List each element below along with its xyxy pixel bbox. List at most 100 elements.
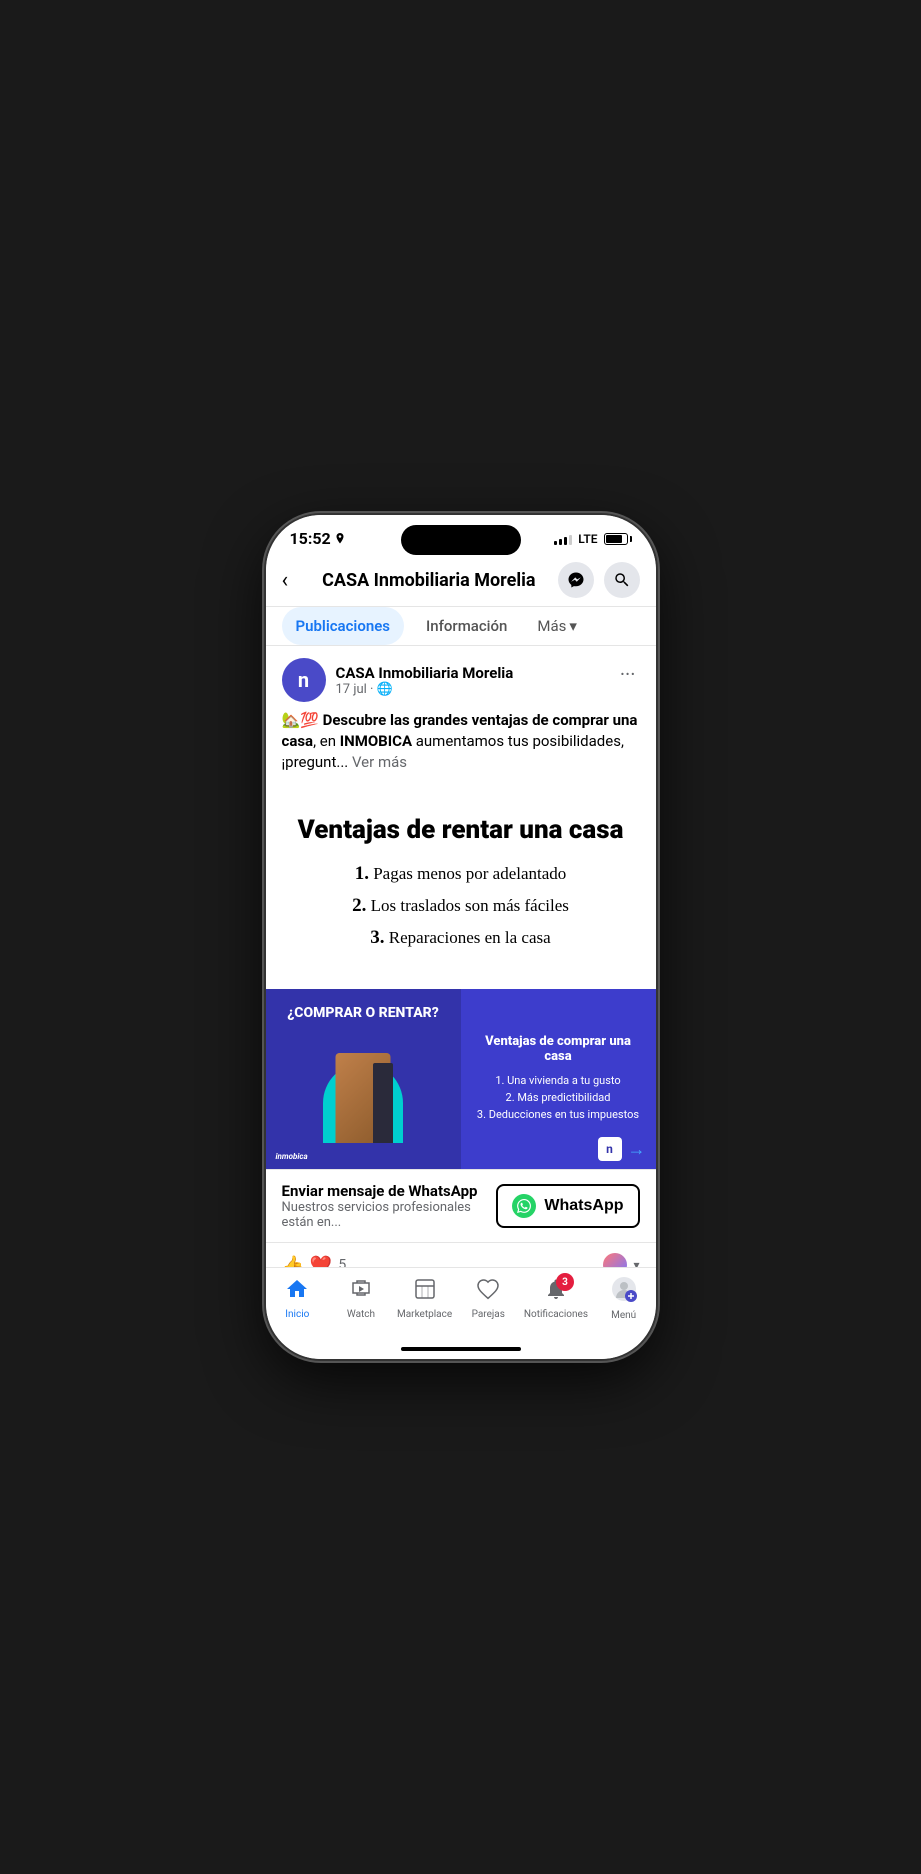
- post-author-info: n CASA Inmobiliaria Morelia 17 jul · 🌐: [282, 658, 514, 702]
- inmobica-logo-left: inmobica: [276, 1152, 308, 1161]
- heart-svg: [476, 1277, 500, 1301]
- messenger-button[interactable]: [558, 562, 594, 598]
- whatsapp-cta: Enviar mensaje de WhatsApp Nuestros serv…: [266, 1169, 656, 1242]
- search-button[interactable]: [604, 562, 640, 598]
- item-num: 2.: [352, 895, 366, 916]
- carousel-right-title: Ventajas de comprar una casa: [477, 1034, 640, 1064]
- item-num: 3.: [370, 927, 384, 948]
- post-meta: 17 jul · 🌐: [336, 682, 514, 697]
- messenger-icon: [567, 571, 585, 589]
- carousel-next-button[interactable]: →: [628, 1139, 646, 1160]
- page-title: CASA Inmobiliaria Morelia: [300, 570, 557, 591]
- reaction-count: 5: [338, 1257, 346, 1267]
- signal-bar-3: [564, 537, 567, 545]
- nav-watch-label: Watch: [347, 1309, 375, 1320]
- chevron-down-icon: ▾: [569, 617, 577, 635]
- more-options-button[interactable]: ···: [616, 658, 640, 690]
- bottom-nav: Inicio Watch: [266, 1267, 656, 1341]
- signal-bar-2: [559, 539, 562, 545]
- signal-bar-1: [554, 541, 557, 545]
- author-name: CASA Inmobiliaria Morelia: [336, 664, 514, 682]
- reactions-row: 👍 ❤️ 5 ▾: [266, 1242, 656, 1267]
- location-icon: [335, 533, 345, 545]
- watch-svg: [349, 1277, 373, 1301]
- list-item: 3. Reparaciones en la casa: [286, 927, 636, 949]
- carousel-left: ¿COMPRAR O RENTAR? inmobica: [266, 989, 461, 1169]
- list-item: 2. Los traslados son más fáciles: [286, 895, 636, 917]
- marketplace-icon: [413, 1277, 437, 1307]
- nav-notif-label: Notificaciones: [524, 1309, 588, 1320]
- post-text: 🏡💯 Descubre las grandes ventajas de comp…: [266, 710, 656, 785]
- tab-publicaciones[interactable]: Publicaciones: [282, 607, 404, 645]
- whatsapp-button-label: WhatsApp: [544, 1197, 623, 1215]
- nav-watch[interactable]: Watch: [333, 1277, 389, 1320]
- see-more-link[interactable]: Ver más: [352, 753, 407, 771]
- building-dark: [373, 1063, 393, 1143]
- tab-informacion[interactable]: Información: [412, 607, 521, 645]
- battery-tip: [630, 536, 632, 542]
- nav-parejas[interactable]: Parejas: [460, 1277, 516, 1320]
- nav-menu-label: Menú: [611, 1310, 636, 1321]
- post-header: n CASA Inmobiliaria Morelia 17 jul · 🌐 ·…: [266, 646, 656, 710]
- content-scroll[interactable]: n CASA Inmobiliaria Morelia 17 jul · 🌐 ·…: [266, 646, 656, 1267]
- carousel-area: ¿COMPRAR O RENTAR? inmobica Ventajas de …: [266, 989, 656, 1169]
- watch-icon: [349, 1277, 373, 1307]
- carousel-left-title: ¿COMPRAR O RENTAR?: [287, 1005, 439, 1021]
- tab-more-label: Más: [537, 617, 566, 635]
- whatsapp-button[interactable]: WhatsApp: [496, 1184, 639, 1228]
- inmobica-icon-right: n: [598, 1137, 622, 1161]
- battery-fill: [606, 535, 622, 543]
- reactions-left: 👍 ❤️ 5: [282, 1255, 347, 1268]
- tabs-bar: Publicaciones Información Más ▾: [266, 607, 656, 646]
- heart-emoji: ❤️: [310, 1255, 332, 1268]
- nav-parejas-label: Parejas: [472, 1309, 505, 1320]
- whatsapp-svg: [517, 1199, 531, 1213]
- notification-container: 3: [544, 1277, 568, 1307]
- item-text: Los traslados son más fáciles: [371, 896, 569, 915]
- home-indicator: [266, 1341, 656, 1359]
- battery-body: [604, 533, 628, 545]
- commenter-avatar: [601, 1251, 629, 1267]
- marketplace-svg: [413, 1277, 437, 1301]
- signal-bars: [554, 533, 572, 545]
- infographic-title: Ventajas de rentar una casa: [286, 815, 636, 845]
- post-card: n CASA Inmobiliaria Morelia 17 jul · 🌐 ·…: [266, 646, 656, 1267]
- item-text: Pagas menos por adelantado: [373, 864, 566, 883]
- home-icon: [285, 1277, 309, 1307]
- back-button[interactable]: ‹: [282, 568, 289, 593]
- home-svg: [285, 1277, 309, 1301]
- nav-marketplace-label: Marketplace: [397, 1309, 452, 1320]
- list-item: 2. Más predictibilidad: [477, 1091, 639, 1104]
- author-avatar: n: [282, 658, 326, 702]
- notification-badge: 3: [556, 1273, 574, 1291]
- reactions-dropdown-icon[interactable]: ▾: [633, 1258, 639, 1267]
- header-icons: [558, 562, 640, 598]
- item-text: Reparaciones en la casa: [389, 928, 551, 947]
- whatsapp-icon: [512, 1194, 536, 1218]
- time-display: 15:52: [290, 529, 331, 548]
- carousel-right-list: 1. Una vivienda a tu gusto 2. Más predic…: [477, 1074, 639, 1125]
- battery-indicator: [604, 533, 632, 545]
- cta-text-area: Enviar mensaje de WhatsApp Nuestros serv…: [282, 1182, 497, 1230]
- carousel-right: Ventajas de comprar una casa 1. Una vivi…: [461, 989, 656, 1169]
- nav-notificaciones[interactable]: 3 Notificaciones: [524, 1277, 588, 1320]
- nav-marketplace[interactable]: Marketplace: [397, 1277, 453, 1320]
- lte-indicator: LTE: [578, 532, 597, 546]
- list-item: 3. Deducciones en tus impuestos: [477, 1108, 639, 1121]
- building-visual: [313, 1033, 413, 1143]
- menu-icon: [611, 1276, 637, 1308]
- list-item: 1. Pagas menos por adelantado: [286, 863, 636, 885]
- post-infographic: Ventajas de rentar una casa 1. Pagas men…: [266, 785, 656, 989]
- avatar-menu-svg: [611, 1276, 637, 1302]
- search-icon: [613, 571, 631, 589]
- list-item: 1. Una vivienda a tu gusto: [477, 1074, 639, 1087]
- cta-title: Enviar mensaje de WhatsApp: [282, 1182, 497, 1200]
- parejas-icon: [476, 1277, 500, 1307]
- nav-home[interactable]: Inicio: [269, 1277, 325, 1320]
- status-time: 15:52: [290, 529, 345, 548]
- reactions-right: ▾: [601, 1251, 639, 1267]
- phone-frame: 15:52 LTE: [266, 515, 656, 1359]
- tab-more[interactable]: Más ▾: [529, 607, 585, 645]
- infographic-list: 1. Pagas menos por adelantado 2. Los tra…: [286, 863, 636, 949]
- nav-menu[interactable]: Menú: [596, 1276, 652, 1321]
